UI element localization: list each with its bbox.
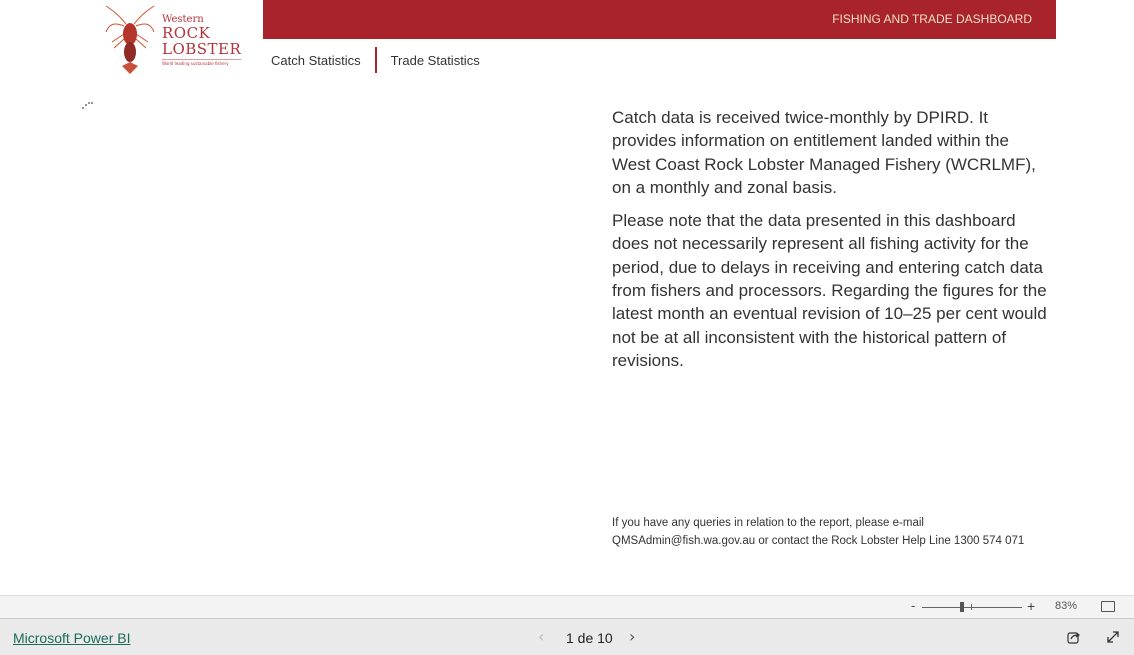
zoom-in-button[interactable]: + — [1027, 598, 1035, 614]
info-paragraph: Please note that the data presented in t… — [612, 211, 1047, 370]
fit-to-page-icon[interactable] — [1101, 601, 1115, 612]
contact-line: If you have any queries in relation to t… — [612, 517, 924, 529]
zoom-slider-thumb[interactable] — [960, 602, 964, 612]
logo-tagline: World leading sustainable fishery — [162, 59, 242, 66]
contact-info: If you have any queries in relation to t… — [612, 514, 1062, 550]
fullscreen-icon[interactable] — [1106, 630, 1120, 644]
nav-divider — [374, 47, 377, 73]
next-page-button[interactable]: › — [629, 627, 635, 646]
powerbi-footer: Microsoft Power BI ‹ 1 de 10 › — [0, 619, 1134, 655]
microsoft-power-bi-link[interactable]: Microsoft Power BI — [13, 630, 130, 646]
lobster-icon — [105, 5, 155, 74]
page-indicator: 1 de 10 — [566, 630, 613, 646]
western-rock-lobster-logo: Western ROCK LOBSTER World leading susta… — [104, 4, 242, 76]
logo-rock-text: ROCK — [162, 24, 211, 42]
nav-trade-statistics[interactable]: Trade Statistics — [383, 53, 488, 68]
zoom-bar: - + 83% — [0, 595, 1134, 619]
info-paragraph: Catch data is received twice-monthly by … — [612, 108, 1036, 197]
catch-data-info: Catch data is received twice-monthly by … — [612, 106, 1052, 382]
loading-spinner-icon — [82, 101, 96, 111]
logo-lobster-text: LOBSTER — [162, 40, 242, 58]
header-banner: FISHING AND TRADE DASHBOARD — [263, 0, 1056, 39]
report-canvas: Western ROCK LOBSTER World leading susta… — [0, 0, 1134, 595]
zoom-level: 83% — [1055, 600, 1078, 612]
zoom-slider-tick — [971, 604, 972, 610]
dashboard-title: FISHING AND TRADE DASHBOARD — [832, 12, 1032, 26]
contact-line: QMSAdmin@fish.wa.gov.au or contact the R… — [612, 535, 1025, 547]
share-icon[interactable] — [1067, 630, 1081, 644]
previous-page-button[interactable]: ‹ — [538, 627, 544, 646]
zoom-out-button[interactable]: - — [911, 598, 915, 613]
zoom-slider-track[interactable] — [922, 607, 1022, 608]
page-navigation: Catch Statistics Trade Statistics — [263, 46, 488, 74]
nav-catch-statistics[interactable]: Catch Statistics — [263, 53, 369, 68]
